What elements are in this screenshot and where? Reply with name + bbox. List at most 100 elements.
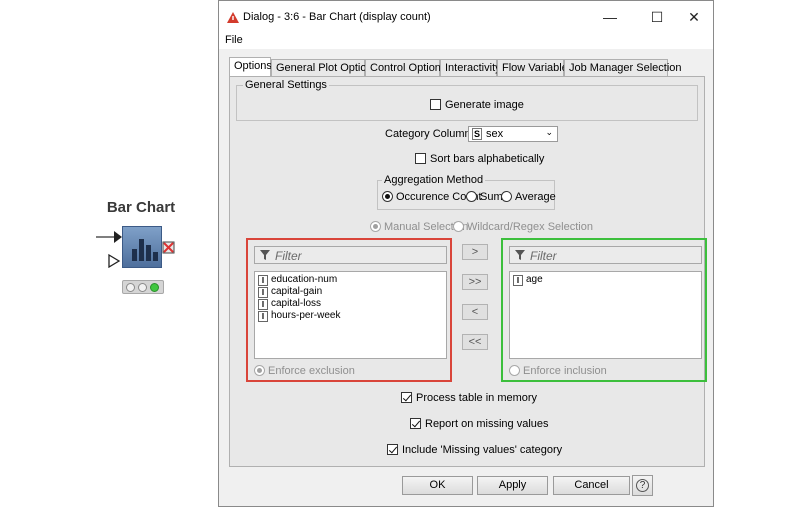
category-column-value: sex (486, 128, 504, 140)
node-ports (96, 231, 122, 268)
enforce-exclusion-option[interactable]: Enforce exclusion (254, 365, 355, 377)
process-in-memory-checkbox[interactable] (401, 392, 412, 403)
enforce-inclusion-label: Enforce inclusion (523, 365, 607, 377)
list-item-label: age (526, 274, 543, 285)
output-port-inactive-icon (162, 241, 175, 254)
bar-chart-icon (132, 249, 137, 261)
window-title: Dialog - 3:6 - Bar Chart (display count) (243, 11, 431, 23)
generate-image-label: Generate image (445, 99, 524, 111)
list-item[interactable]: Ieducation-num (258, 274, 337, 286)
general-settings-group: General Settings Generate image (236, 79, 698, 121)
enforce-exclusion-label: Enforce exclusion (268, 365, 355, 377)
list-item[interactable]: Iage (513, 274, 543, 286)
filter-icon (515, 250, 525, 260)
aggregation-average-option[interactable]: Average (501, 191, 556, 203)
close-icon[interactable]: ✕ (684, 7, 704, 27)
include-list[interactable]: Iage (509, 271, 702, 359)
integer-type-icon: I (258, 275, 268, 286)
report-missing-option[interactable]: Report on missing values (410, 418, 549, 430)
include-missing-checkbox[interactable] (387, 444, 398, 455)
category-column-select[interactable]: S sex ⌄ (468, 126, 558, 142)
enforce-inclusion-radio[interactable] (509, 365, 520, 376)
process-in-memory-label: Process table in memory (416, 392, 538, 404)
ok-button[interactable]: OK (402, 476, 473, 495)
remove-button[interactable]: < (462, 304, 488, 320)
maximize-icon[interactable]: ☐ (647, 7, 667, 27)
list-item-label: capital-loss (271, 298, 322, 309)
string-type-icon: S (472, 128, 482, 140)
average-radio[interactable] (501, 191, 512, 202)
remove-all-button[interactable]: << (462, 334, 488, 350)
chevron-down-icon: ⌄ (545, 127, 553, 137)
exclude-panel: Filter Ieducation-num Icapital-gain Icap… (246, 238, 452, 382)
integer-type-icon: I (258, 299, 268, 310)
add-all-button[interactable]: >> (462, 274, 488, 290)
node-title: Bar Chart (106, 199, 176, 216)
tab-general-plot-options[interactable]: General Plot Options (271, 59, 378, 77)
average-label: Average (515, 191, 556, 203)
sort-bars-option[interactable]: Sort bars alphabetically (415, 153, 544, 165)
tab-interactivity[interactable]: Interactivity (440, 59, 501, 77)
tab-flow-variables[interactable]: Flow Variables (497, 59, 573, 77)
data-input-port-icon (114, 231, 122, 243)
include-missing-label: Include 'Missing values' category (402, 444, 563, 456)
bar-chart-node[interactable] (122, 226, 162, 268)
status-light-green-icon (150, 283, 159, 292)
include-panel: Filter Iage Enforce inclusion (501, 238, 707, 382)
aggregation-sum-option[interactable]: Sum (466, 191, 503, 203)
generate-image-checkbox[interactable] (430, 99, 441, 110)
sum-label: Sum (480, 191, 503, 203)
process-in-memory-option[interactable]: Process table in memory (401, 392, 537, 404)
menu-file[interactable]: File (225, 34, 243, 46)
include-filter-input[interactable]: Filter (509, 246, 702, 264)
integer-type-icon: I (258, 311, 268, 322)
report-missing-checkbox[interactable] (410, 418, 421, 429)
sort-bars-label: Sort bars alphabetically (430, 153, 545, 165)
exclude-list[interactable]: Ieducation-num Icapital-gain Icapital-lo… (254, 271, 447, 359)
category-column-label: Category Column (385, 128, 471, 140)
occurence-count-radio[interactable] (382, 191, 393, 202)
list-item[interactable]: Ihours-per-week (258, 310, 340, 322)
list-item-label: education-num (271, 274, 338, 285)
exclude-filter-input[interactable]: Filter (254, 246, 447, 264)
exclude-filter-placeholder: Filter (275, 249, 302, 263)
list-item[interactable]: Icapital-loss (258, 298, 321, 310)
menu-bar: File (219, 33, 713, 49)
add-button[interactable]: > (462, 244, 488, 260)
tab-options[interactable]: Options (229, 57, 272, 77)
report-missing-label: Report on missing values (425, 418, 549, 430)
aggregation-method-legend: Aggregation Method (382, 174, 486, 186)
minimize-icon[interactable]: — (600, 7, 620, 27)
list-item-label: hours-per-week (271, 310, 341, 321)
aggregation-method-group: Aggregation Method Occurence Count Sum A… (377, 174, 556, 210)
general-settings-legend: General Settings (243, 79, 329, 91)
include-filter-placeholder: Filter (530, 249, 557, 263)
apply-button[interactable]: Apply (477, 476, 548, 495)
integer-type-icon: I (258, 287, 268, 298)
generate-image-option[interactable]: Generate image (430, 99, 524, 111)
manual-selection-radio[interactable] (370, 221, 381, 232)
filter-icon (260, 250, 270, 260)
wildcard-selection-option[interactable]: Wildcard/Regex Selection (453, 221, 593, 233)
wildcard-selection-radio[interactable] (453, 221, 464, 232)
help-icon: ? (636, 479, 649, 492)
list-item-label: capital-gain (271, 286, 323, 297)
wildcard-selection-label: Wildcard/Regex Selection (467, 221, 593, 233)
title-bar[interactable]: Dialog - 3:6 - Bar Chart (display count)… (219, 1, 713, 33)
options-panel: General Settings Generate image Category… (229, 76, 707, 467)
help-button[interactable]: ? (632, 475, 653, 496)
knime-warning-icon (227, 12, 239, 23)
node-status-lights (122, 280, 164, 294)
enforce-exclusion-radio[interactable] (254, 365, 265, 376)
enforce-inclusion-option[interactable]: Enforce inclusion (509, 365, 607, 377)
sum-radio[interactable] (466, 191, 477, 202)
integer-type-icon: I (513, 275, 523, 286)
tab-control-options[interactable]: Control Options (365, 59, 446, 77)
dialog-window: Dialog - 3:6 - Bar Chart (display count)… (218, 0, 714, 507)
list-item[interactable]: Icapital-gain (258, 286, 322, 298)
status-light-off-icon (138, 283, 147, 292)
include-missing-option[interactable]: Include 'Missing values' category (387, 444, 562, 456)
cancel-button[interactable]: Cancel (553, 476, 630, 495)
sort-bars-checkbox[interactable] (415, 153, 426, 164)
tab-job-manager-selection[interactable]: Job Manager Selection (564, 59, 682, 77)
